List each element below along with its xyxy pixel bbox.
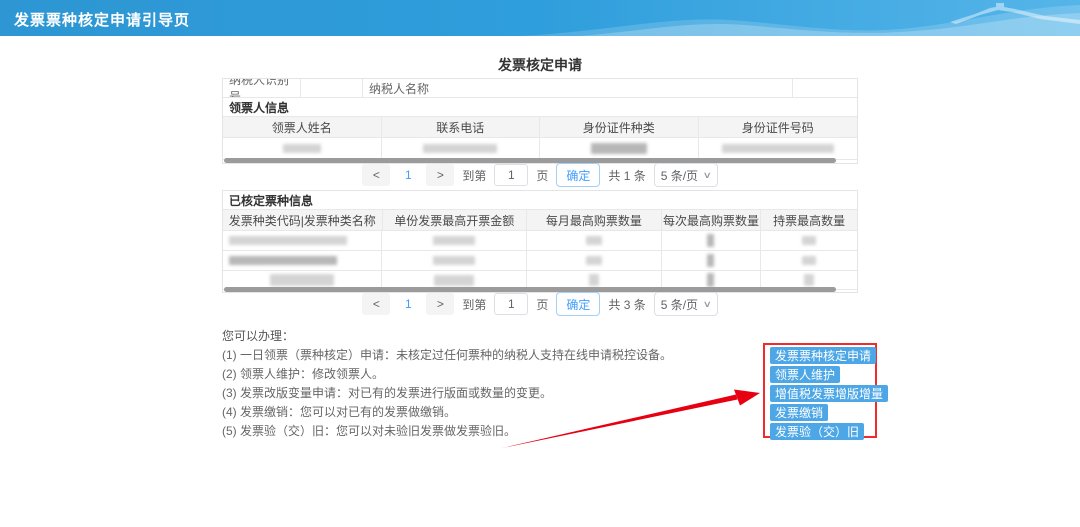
invoice-type-verification-button[interactable]: 发票票种核定申请 [770,347,876,364]
taxpayer-row: 纳税人识别号 纳税人名称 [223,79,857,98]
next-page-button[interactable]: > [426,293,454,315]
col-type-code-name: 发票种类代码|发票种类名称 [223,210,383,230]
guidance-item-2: (2) 领票人维护：修改领票人。 [222,368,742,380]
page-word-label: 页 [536,296,548,313]
taxpayer-name-value [793,79,857,97]
approved-section-row: 已核定票种信息 [223,191,857,210]
vat-invoice-increase-button[interactable]: 增值税发票增版增量 [770,385,888,402]
recipient-section-row: 领票人信息 [223,98,857,117]
col-id-number: 身份证件号码 [699,117,858,137]
redacted-amount [382,231,527,250]
page-number[interactable]: 1 [398,168,418,182]
col-phone: 联系电话 [382,117,541,137]
recipient-section-title: 领票人信息 [223,98,857,116]
redacted-monthly [527,231,662,250]
confirm-page-button[interactable]: 确定 [556,163,600,187]
recipient-maintenance-button[interactable]: 领票人维护 [770,366,840,383]
total-count-label: 共 3 条 [608,296,645,313]
approved-table-row [223,231,857,251]
guidance-item-1: (1) 一日领票（票种核定）申请：未核定过任何票种的纳税人支持在线申请税控设备。 [222,349,742,361]
col-recipient-name: 领票人姓名 [223,117,382,137]
prev-page-button[interactable]: < [362,293,390,315]
redacted-phone [382,138,541,159]
redacted-type [223,231,382,250]
goto-label: 到第 [462,167,486,184]
redacted-holding [761,251,857,270]
redacted-id-number [699,138,858,159]
page-size-value: 5 条/页 [661,296,698,313]
page-size-select[interactable]: 5 条/页 ∨ [654,292,718,316]
action-button-group: 发票票种核定申请 领票人维护 增值税发票增版增量 发票缴销 发票验（交）旧 [770,347,888,440]
guidance-title: 您可以办理： [222,330,742,342]
goto-page-input[interactable] [494,164,528,186]
invoice-cancellation-button[interactable]: 发票缴销 [770,404,828,421]
redacted-id-type [540,138,699,159]
guidance-item-5: (5) 发票验（交）旧：您可以对未验旧发票做发票验旧。 [222,425,742,437]
col-holding-max: 持票最高数量 [761,210,857,230]
pagination-approved: < 1 > 到第 页 确定 共 3 条 5 条/页 ∨ [222,292,858,316]
col-max-amount: 单份发票最高开票金额 [383,210,528,230]
goto-page-input[interactable] [494,293,528,315]
invoice-old-verification-button[interactable]: 发票验（交）旧 [770,423,864,440]
app-header: 发票票种核定申请引导页 [0,0,1080,36]
page-size-select[interactable]: 5 条/页 ∨ [654,163,718,187]
recipient-table-header: 领票人姓名 联系电话 身份证件种类 身份证件号码 [223,117,857,138]
redacted-monthly [527,251,662,270]
prev-page-button[interactable]: < [362,164,390,186]
page-title: 发票核定申请 [222,55,858,75]
redacted-pertime [662,251,762,270]
confirm-page-button[interactable]: 确定 [556,292,600,316]
redacted-type [223,251,382,270]
invoice-guide-page: 发票票种核定申请引导页 发票核定申请 纳税人识别号 纳税人名称 领票人信息 领票… [0,0,1080,527]
redacted-name [223,138,382,159]
guidance-text: 您可以办理： (1) 一日领票（票种核定）申请：未核定过任何票种的纳税人支持在线… [222,330,742,444]
chevron-down-icon: ∨ [703,299,712,310]
chevron-down-icon: ∨ [703,170,712,181]
taxpayer-id-label: 纳税人识别号 [223,79,301,97]
redacted-pertime [662,231,762,250]
redacted-holding [761,231,857,250]
pagination-recipient: < 1 > 到第 页 确定 共 1 条 5 条/页 ∨ [222,163,858,187]
col-monthly-max: 每月最高购票数量 [527,210,662,230]
guidance-item-4: (4) 发票缴销：您可以对已有的发票做缴销。 [222,406,742,418]
great-wall-mountains-decoration [520,0,1080,36]
page-word-label: 页 [536,167,548,184]
col-per-time-max: 每次最高购票数量 [662,210,762,230]
total-count-label: 共 1 条 [608,167,645,184]
col-id-type: 身份证件种类 [540,117,699,137]
next-page-button[interactable]: > [426,164,454,186]
page-number[interactable]: 1 [398,297,418,311]
taxpayer-name-label: 纳税人名称 [363,79,793,97]
guidance-item-3: (3) 发票改版变量申请：对已有的发票进行版面或数量的变更。 [222,387,742,399]
approved-types-table: 已核定票种信息 发票种类代码|发票种类名称 单份发票最高开票金额 每月最高购票数… [222,190,858,293]
recipient-info-table: 纳税人识别号 纳税人名称 领票人信息 领票人姓名 联系电话 身份证件种类 身份证… [222,78,858,164]
approved-section-title: 已核定票种信息 [223,191,857,209]
approved-table-header: 发票种类代码|发票种类名称 单份发票最高开票金额 每月最高购票数量 每次最高购票… [223,210,857,231]
goto-label: 到第 [462,296,486,313]
recipient-table-row [223,138,857,160]
approved-table-row [223,251,857,271]
page-size-value: 5 条/页 [661,167,698,184]
taxpayer-id-value [301,79,363,97]
redacted-amount [382,251,527,270]
page-header-title: 发票票种核定申请引导页 [14,9,190,30]
